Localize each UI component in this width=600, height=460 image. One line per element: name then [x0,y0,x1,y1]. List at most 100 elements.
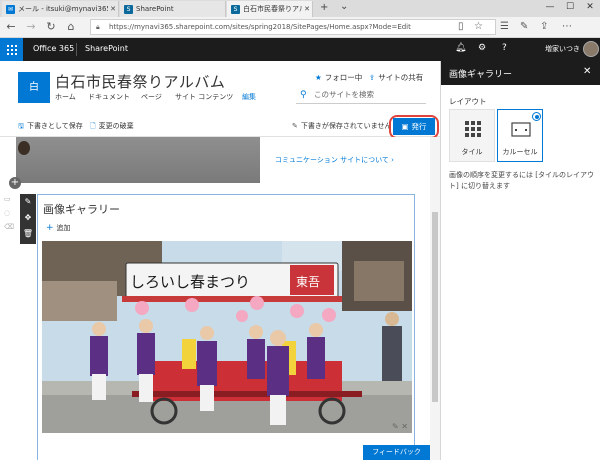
divider [76,43,77,56]
app-launcher-icon[interactable] [0,38,23,61]
discard-label: 変更の破棄 [98,122,134,130]
tab-label: SharePoint [136,5,174,13]
site-search-input[interactable]: ⚲ このサイトを検索 [296,86,426,104]
nav-home[interactable]: ホーム [55,92,76,102]
reading-view-icon[interactable]: ▯ [458,21,464,33]
layout-option-tile[interactable]: タイル [449,109,495,162]
save-draft-button[interactable]: 🖫 下書きとして保存 [18,121,83,133]
add-image-button[interactable]: + 追加 [46,223,71,233]
share-icon[interactable]: ⇪ [540,21,548,33]
festival-photo: しろいし春まつり 東吾 [42,241,412,433]
save-icon: 🖫 [18,122,24,130]
publish-button[interactable]: ▣ 発行 [393,118,435,135]
scrollbar-thumb[interactable] [432,212,438,402]
radio-selected-icon [532,112,541,121]
photo-sign-text: しろいし春まつり [130,273,250,291]
close-icon[interactable]: ✕ [583,66,591,77]
previous-section-image [16,137,260,183]
url-text: https://mynavi365.sharepoint.com/sites/s… [109,23,411,31]
lock-icon: 🔒︎ [96,23,100,31]
help-icon[interactable]: ? [502,43,507,53]
draft-status: ✎ 下書きが保存されていません [292,121,391,131]
nav-edit[interactable]: 編集 [242,92,256,102]
search-placeholder: このサイトを検索 [314,90,374,99]
close-icon[interactable]: ✕ [108,5,118,13]
suite-bar: Office 365 SharePoint 🔔︎ ⚙ ? 増家いつき [0,38,600,61]
tab-label: 白石市民春祭りアルバム [243,5,302,13]
move-icon[interactable]: ✥ [20,213,36,222]
site-logo[interactable]: 白 [18,72,50,103]
refresh-icon[interactable]: ↻ [44,20,58,34]
nav-pages[interactable]: ページ [141,92,162,102]
property-pane-header: 画像ギャラリー ✕ [441,61,600,85]
home-icon[interactable]: ⌂ [64,20,78,34]
delete-icon[interactable]: ⌫ [4,223,14,231]
discard-button[interactable]: 🗋 変更の破棄 [90,121,134,133]
close-icon[interactable]: ✕ [302,5,312,13]
web-note-icon[interactable]: ✎ [520,21,528,33]
command-bar: 🖫 下書きとして保存 🗋 変更の破棄 ✎ 下書きが保存されていません ▣ 発行 [0,115,440,139]
favorite-star-icon[interactable]: ☆ [474,21,483,33]
favorites-hub-icon[interactable]: ☰ [500,21,509,33]
save-draft-label: 下書きとして保存 [26,122,83,130]
back-icon[interactable]: ← [4,20,18,34]
webpart-title[interactable]: 画像ギャラリー [43,201,120,217]
site-title[interactable]: 白石市民春祭りアルバム [55,71,225,92]
page-canvas: コミュニケーション サイトについて › + ▭ ◌ ⌫ ✎ ✥ 🗑︎ 画像ギャラ… [0,137,440,460]
trash-icon[interactable]: 🗑︎ [20,229,36,238]
photo-sign-right-text: 東吾 [296,275,320,289]
office365-link[interactable]: Office 365 [33,44,74,53]
gallery-photo[interactable]: しろいし春まつり 東吾 ✎ ✕ [42,241,412,433]
image-gallery-webpart[interactable]: 画像ギャラリー + 追加 しろいし春まつり 東吾 ✎ ✕ [37,194,415,460]
maximize-icon[interactable]: ☐ [560,2,580,12]
new-tab-button[interactable]: + [320,2,328,13]
photo-edit-icon[interactable]: ✎ ✕ [392,422,408,431]
browser-tab-mail[interactable]: ✉ メール - itsuki@mynavi365.cc ✕ [2,1,119,17]
tile-layout-icon [465,121,481,137]
star-icon: ★ [315,73,322,82]
add-section-button[interactable]: + [9,177,21,189]
nav-site-contents[interactable]: サイト コンテンツ [175,92,233,102]
sharepoint-link[interactable]: SharePoint [85,44,128,53]
forward-icon[interactable]: → [24,20,38,34]
edit-pencil-icon[interactable]: ✎ [20,197,36,206]
tab-menu-button[interactable]: ⌄ [340,1,348,12]
share-site-button[interactable]: ⇪ サイトの共有 [369,72,423,83]
plus-icon: + [46,223,54,233]
draft-status-label: 下書きが保存されていません [300,122,392,130]
address-toolbar: ← → ↻ ⌂ 🔒︎ https://mynavi365.sharepoint.… [0,17,600,38]
avatar[interactable] [583,41,599,57]
vertical-scrollbar[interactable] [430,137,440,460]
layout-option-label: カルーセル [502,148,538,156]
user-name[interactable]: 増家いつき [545,44,580,54]
webpart-toolbar: ✎ ✥ 🗑︎ [20,194,36,244]
property-pane-title: 画像ギャラリー [449,70,513,80]
browser-tab-sharepoint[interactable]: S SharePoint [120,1,226,17]
layout-option-carousel[interactable]: カルーセル [497,109,543,162]
follow-label: フォロー中 [324,73,363,82]
publish-label: 発行 [411,122,427,131]
discard-icon: 🗋 [90,122,96,130]
share-icon: ⇪ [369,73,376,82]
browser-tab-album[interactable]: S 白石市民春祭りアルバム ✕ [227,1,313,17]
gear-icon[interactable]: ⚙ [478,43,486,53]
about-communication-site-link[interactable]: コミュニケーション サイトについて › [275,155,394,165]
comment-icon[interactable]: ▭ [4,195,11,203]
bell-icon[interactable]: 🔔︎ [455,43,466,53]
url-field[interactable]: 🔒︎ https://mynavi365.sharepoint.com/site… [90,19,496,35]
follow-button[interactable]: ★ フォロー中 [315,72,362,83]
mail-favicon-icon: ✉ [6,4,15,14]
publish-icon: ▣ [401,122,409,131]
minimize-icon[interactable]: — [540,2,560,12]
tab-label: メール - itsuki@mynavi365.cc [18,5,108,13]
share-label: サイトの共有 [378,73,424,82]
feedback-button[interactable]: フィードバック [363,445,430,460]
browser-tab-strip: ✉ メール - itsuki@mynavi365.cc ✕ S SharePoi… [0,0,600,17]
close-window-icon[interactable]: ✕ [580,2,600,12]
layout-option-label: タイル [461,148,483,156]
comment-icon[interactable]: ◌ [4,209,10,217]
more-icon[interactable]: ⋯ [562,21,572,33]
pencil-icon: ✎ [292,122,298,130]
sharepoint-favicon-icon: S [124,4,133,14]
nav-documents[interactable]: ドキュメント [88,92,130,102]
